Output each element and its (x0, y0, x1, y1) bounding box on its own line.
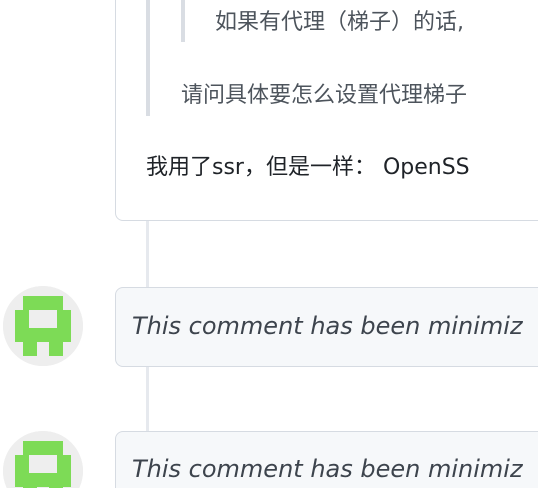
nested-blockquote-bar (181, 0, 185, 42)
identicon-icon (3, 286, 83, 366)
nested-quote-text: 如果有代理（梯子）的话, (215, 10, 464, 35)
minimized-comment-label: This comment has been minimiz (132, 455, 523, 483)
blockquote-bar (146, 0, 150, 116)
avatar[interactable] (3, 431, 83, 488)
discussion-timeline: 如果有代理（梯子）的话, 请问具体要怎么设置代理梯子 我用了ssr，但是一样： … (0, 0, 538, 488)
comment-body-text: 我用了ssr，但是一样： OpenSS (146, 155, 470, 180)
quote-text: 请问具体要怎么设置代理梯子 (181, 83, 468, 108)
minimized-comment-label: This comment has been minimiz (132, 312, 523, 340)
avatar[interactable] (3, 286, 83, 366)
identicon-icon (3, 431, 83, 488)
